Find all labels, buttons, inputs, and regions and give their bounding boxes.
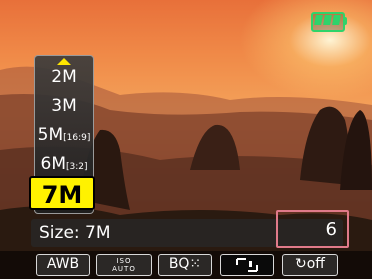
selected-size-label: 7M (41, 181, 83, 209)
camera-viewfinder: 2M 3M 5M[16:9] 6M[3:2] 7M Size: 7M 6 AWB… (0, 0, 372, 279)
menu-item-5m-16-9[interactable]: 5M[16:9] (35, 122, 93, 148)
iso-button[interactable]: ISO AUTO (96, 254, 152, 276)
menu-item-2m[interactable]: 2M (35, 64, 93, 90)
aspect-ratio-label: [3:2] (65, 162, 88, 172)
self-timer-button[interactable]: ↻off (282, 254, 338, 276)
menu-item-3m[interactable]: 3M (35, 93, 93, 119)
self-timer-label: ↻off (295, 256, 325, 272)
menu-item-label: 5M (37, 125, 64, 145)
white-balance-label: AWB (46, 256, 80, 272)
iso-value-label: AUTO (112, 265, 136, 273)
metering-button[interactable] (220, 254, 274, 276)
white-balance-button[interactable]: AWB (36, 254, 90, 276)
iso-label: ISO (116, 257, 132, 265)
menu-item-label: 6M (40, 154, 66, 174)
menu-item-label: 3M (51, 96, 77, 116)
shots-remaining-count: 6 (325, 219, 337, 240)
menu-item-6m-3-2[interactable]: 6M[3:2] (35, 151, 93, 177)
bottom-toolbar: AWB ISO AUTO BQ⁙ ↻off (0, 251, 372, 279)
battery-full-icon (311, 12, 347, 32)
size-label: Size: 7M (39, 223, 111, 243)
menu-item-selected-7m[interactable]: 7M (29, 176, 95, 210)
menu-item-label: 2M (51, 67, 77, 87)
aspect-ratio-label: [16:9] (63, 133, 91, 143)
quality-label: BQ⁙ (168, 256, 202, 272)
metering-frame-icon (236, 258, 258, 272)
quality-button[interactable]: BQ⁙ (158, 254, 212, 276)
shots-remaining-box: 6 (276, 210, 349, 248)
